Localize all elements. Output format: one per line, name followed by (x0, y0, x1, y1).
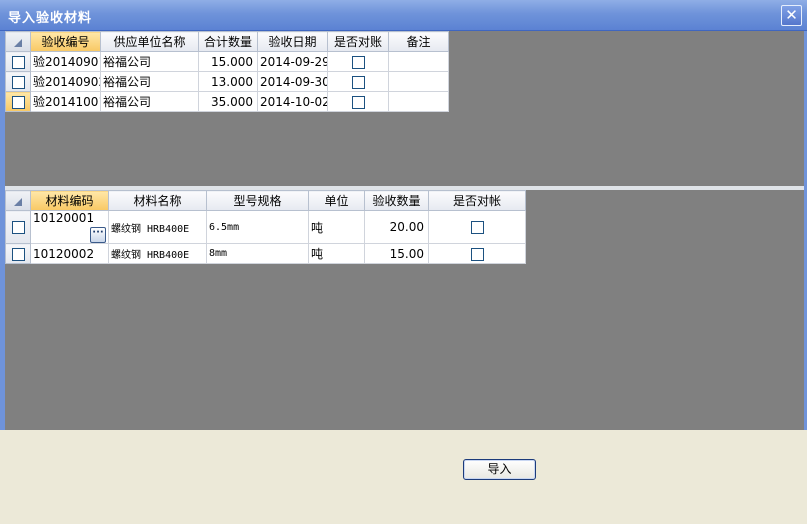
date-cell[interactable]: 2014-09-29 (257, 51, 328, 72)
checkbox-icon[interactable] (11, 75, 25, 89)
reconciled-checkbox[interactable] (351, 75, 365, 89)
note-cell[interactable] (388, 51, 449, 72)
col-received-qty[interactable]: 验收数量 (364, 190, 429, 211)
table-row[interactable]: 验20141001 裕福公司 35.000 2014-10-02 (5, 91, 449, 112)
col-supplier-name[interactable]: 供应单位名称 (100, 31, 199, 52)
select-all-corner[interactable] (5, 190, 31, 211)
unit-cell[interactable]: 吨 (308, 210, 365, 244)
material-name-cell[interactable]: 螺纹钢 HRB400E (108, 243, 207, 264)
spec-cell[interactable]: 6.5mm (206, 210, 309, 244)
row-select-checkbox[interactable] (5, 51, 31, 72)
qty-cell[interactable]: 35.000 (198, 91, 258, 112)
reconciled-cell[interactable] (327, 91, 389, 112)
qty-cell[interactable]: 20.00 (364, 210, 429, 244)
receipts-header-row: 验收编号 供应单位名称 合计数量 验收日期 是否对账 备注 (5, 31, 449, 52)
select-all-corner[interactable] (5, 31, 31, 52)
qty-cell[interactable]: 15.00 (364, 243, 429, 264)
col-total-qty[interactable]: 合计数量 (198, 31, 258, 52)
reconciled-checkbox[interactable] (351, 55, 365, 69)
col-note[interactable]: 备注 (388, 31, 449, 52)
receipt-code-cell[interactable]: 验20141001 (30, 91, 101, 112)
note-cell[interactable] (388, 71, 449, 92)
corner-triangle-icon (14, 39, 22, 47)
col-receipt-date[interactable]: 验收日期 (257, 31, 328, 52)
title-bar: 导入验收材料 ✕ (0, 0, 807, 31)
table-row[interactable]: 验20140902 裕福公司 13.000 2014-09-30 (5, 71, 449, 92)
materials-grid: 材料编码 材料名称 型号规格 单位 验收数量 是否对帐 10120001 ··· … (5, 190, 526, 264)
receipts-grid: 验收编号 供应单位名称 合计数量 验收日期 是否对账 备注 验20140901 … (5, 31, 449, 112)
reconciled-cell[interactable] (428, 210, 526, 244)
qty-cell[interactable]: 15.000 (198, 51, 258, 72)
material-code-text: 10120001 (33, 211, 95, 226)
reconciled-checkbox[interactable] (470, 247, 484, 261)
row-select-checkbox[interactable] (5, 243, 31, 264)
qty-cell[interactable]: 13.000 (198, 71, 258, 92)
checkbox-icon[interactable] (11, 247, 25, 261)
checkbox-icon[interactable] (11, 221, 25, 234)
table-row[interactable]: 10120002 螺纹钢 HRB400E 8mm 吨 15.00 (5, 243, 526, 264)
ellipsis-button[interactable]: ··· (90, 227, 106, 243)
supplier-cell[interactable]: 裕福公司 (100, 71, 199, 92)
col-material-code[interactable]: 材料编码 (30, 190, 109, 211)
reconciled-cell[interactable] (428, 243, 526, 264)
import-materials-dialog: 导入验收材料 ✕ 验收编号 供应单位名称 合计数量 验收日期 是否对账 备注 验… (0, 0, 807, 524)
import-button[interactable]: 导入 (463, 459, 536, 480)
material-code-cell[interactable]: 10120001 ··· (30, 210, 109, 244)
col-reconciled[interactable]: 是否对账 (327, 31, 389, 52)
col-receipt-code[interactable]: 验收编号 (30, 31, 101, 52)
table-row[interactable]: 验20140901 裕福公司 15.000 2014-09-29 (5, 51, 449, 72)
reconciled-cell[interactable] (327, 51, 389, 72)
row-select-checkbox[interactable] (5, 71, 31, 92)
close-button[interactable]: ✕ (781, 5, 802, 26)
materials-header-row: 材料编码 材料名称 型号规格 单位 验收数量 是否对帐 (5, 190, 526, 211)
table-row[interactable]: 10120001 ··· 螺纹钢 HRB400E 6.5mm 吨 20.00 (5, 210, 526, 244)
col-reconciled[interactable]: 是否对帐 (428, 190, 526, 211)
row-select-checkbox[interactable] (5, 91, 31, 112)
supplier-cell[interactable]: 裕福公司 (100, 91, 199, 112)
date-cell[interactable]: 2014-09-30 (257, 71, 328, 92)
corner-triangle-icon (14, 198, 22, 206)
reconciled-cell[interactable] (327, 71, 389, 92)
receipt-code-cell[interactable]: 验20140901 (30, 51, 101, 72)
col-spec[interactable]: 型号规格 (206, 190, 309, 211)
receipt-code-cell[interactable]: 验20140902 (30, 71, 101, 92)
material-name-cell[interactable]: 螺纹钢 HRB400E (108, 210, 207, 244)
checkbox-icon[interactable] (11, 95, 25, 109)
date-cell[interactable]: 2014-10-02 (257, 91, 328, 112)
supplier-cell[interactable]: 裕福公司 (100, 51, 199, 72)
close-icon: ✕ (785, 6, 798, 24)
checkbox-icon[interactable] (11, 55, 25, 69)
spec-cell[interactable]: 8mm (206, 243, 309, 264)
button-bar (5, 430, 804, 524)
window-title: 导入验收材料 (8, 11, 93, 26)
materials-grid-panel: 材料编码 材料名称 型号规格 单位 验收数量 是否对帐 10120001 ··· … (5, 190, 804, 430)
col-material-name[interactable]: 材料名称 (108, 190, 207, 211)
col-unit[interactable]: 单位 (308, 190, 365, 211)
receipts-grid-panel: 验收编号 供应单位名称 合计数量 验收日期 是否对账 备注 验20140901 … (5, 31, 804, 186)
unit-cell[interactable]: 吨 (308, 243, 365, 264)
material-code-cell[interactable]: 10120002 (30, 243, 109, 264)
note-cell[interactable] (388, 91, 449, 112)
reconciled-checkbox[interactable] (351, 95, 365, 109)
reconciled-checkbox[interactable] (470, 221, 484, 234)
row-select-checkbox[interactable] (5, 210, 31, 244)
